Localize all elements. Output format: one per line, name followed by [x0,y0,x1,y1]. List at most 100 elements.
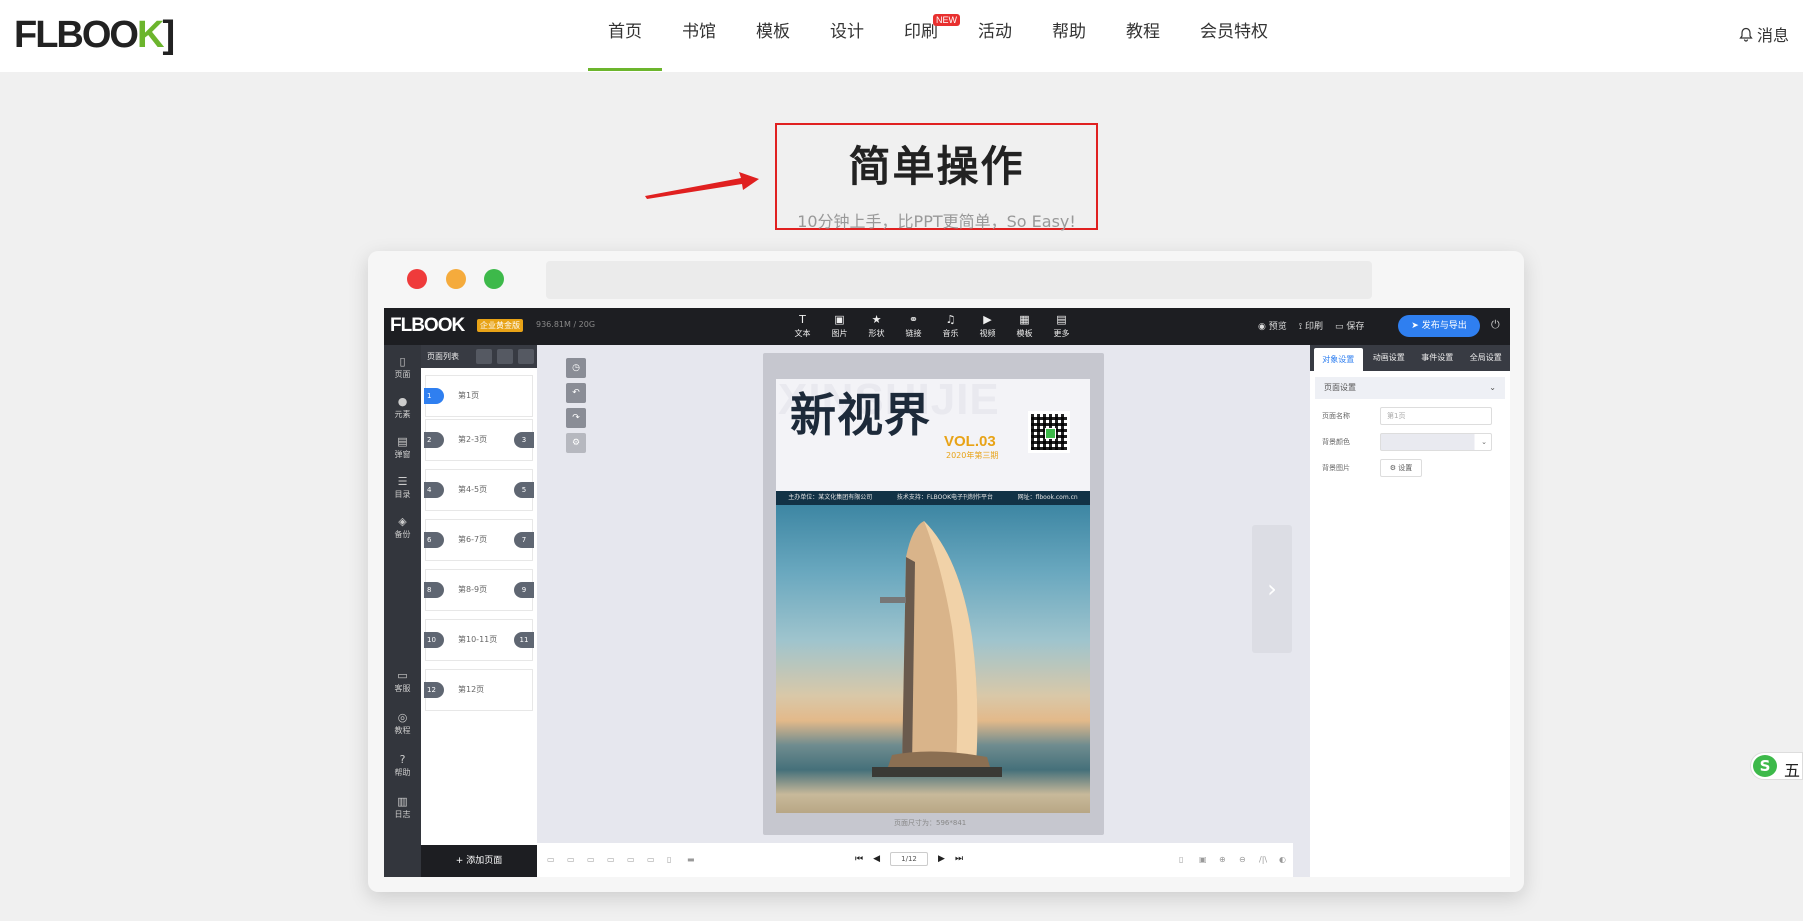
align-center-icon[interactable]: ▭ [567,855,575,864]
button-label: 设置 [1398,464,1413,472]
page-number-input[interactable]: 1/12 [890,852,929,866]
tool-link[interactable]: ⚭ 链接 [895,312,932,339]
page-thumb[interactable]: 4 第4-5页 5 [424,469,534,511]
tool-video[interactable]: ▶ 视频 [969,312,1006,339]
page-settings-section[interactable]: 页面设置 ⌄ [1315,377,1505,399]
next-page-icon[interactable]: ▶ [938,854,945,864]
page-number: 8 [424,582,444,598]
copy-page-icon[interactable] [476,349,492,364]
bg-color-picker[interactable]: ⌄ [1380,433,1492,451]
save-button[interactable]: ▭ 保存 [1335,319,1364,332]
align-right-icon[interactable]: ▭ [587,855,595,864]
cover-photo [776,505,1090,813]
page-number: 6 [424,532,444,548]
sidebar-item-tutorial[interactable]: ◎ 教程 [384,711,421,736]
sidebar-item-popups[interactable]: ▤ 弹窗 [384,435,421,460]
play-circle-icon: ◎ [397,711,408,724]
ruler-icon[interactable]: /|\ [1259,855,1267,864]
nav-item-help[interactable]: 帮助 [1032,0,1106,72]
tool-text[interactable]: T 文本 [784,312,821,339]
page-thumb[interactable]: 2 第2-3页 3 [424,419,534,461]
zoom-in-icon[interactable]: ⊕ [1219,855,1226,864]
align-left-icon[interactable]: ▭ [547,855,555,864]
print-button[interactable]: ⟟ 印刷 [1299,319,1323,332]
sidebar-item-log[interactable]: ▥ 日志 [384,795,421,820]
page-size-label: 页面尺寸为：596*841 [894,819,967,827]
properties-tabs: 对象设置 动画设置 事件设置 全局设置 [1310,345,1510,371]
editor-preview: FLBOOK 企业黄金版 936.81M / 20G T 文本 ▣ 图片 ★ 形状 ⚭… [384,308,1510,877]
page-number: 4 [424,482,444,498]
theme-icon[interactable]: ◐ [1279,855,1286,864]
magazine-cover[interactable]: XINSHIJIE 新视界 VOL.03 2020年第三期 主办单位：某文化集团… [776,379,1090,813]
sidebar-item-backup[interactable]: ◈ 备份 [384,515,421,540]
save-icon: ▭ [1335,322,1344,332]
preview-button[interactable]: ◉ 预览 [1258,319,1287,332]
distribute-v-icon[interactable]: ▬ [687,855,695,864]
nav-item-library[interactable]: 书馆 [662,0,736,72]
video-icon: ▶ [983,313,992,326]
power-icon[interactable]: ⏻ [1491,318,1500,332]
band-text: 网址：flbook.com.cn [1017,494,1078,501]
sidebar-item-elements[interactable]: ● 元素 [384,395,421,420]
gear-icon: ⚙ [1389,464,1397,472]
page-label: 第4-5页 [458,485,488,494]
add-page-button[interactable]: + 添加页面 [421,845,537,877]
sidebar-item-pages[interactable]: ▯ 页面 [384,355,421,380]
page-thumb[interactable]: 1 第1页 [424,375,533,417]
bg-color-row: 背景颜色 ⌄ [1310,431,1510,457]
tool-template[interactable]: ▦ 模板 [1006,312,1043,339]
music-icon: ♫ [945,313,956,326]
tool-more[interactable]: ▤ 更多 [1043,312,1080,339]
nav-item-home[interactable]: 首页 [588,0,662,72]
single-page-icon[interactable]: ▯ [1179,855,1183,864]
nav-item-tutorials[interactable]: 教程 [1106,0,1180,72]
nav-item-events[interactable]: 活动 [958,0,1032,72]
nav-item-print[interactable]: 印刷 NEW [884,0,960,72]
tab-global-settings[interactable]: 全局设置 [1462,345,1511,371]
first-page-icon[interactable]: ⏮ [855,854,863,864]
ime-toolbar[interactable]: S 五 [1750,752,1803,780]
cover-volume: VOL.03 [944,433,996,450]
tool-image[interactable]: ▣ 图片 [821,312,858,339]
page-thumb[interactable]: 8 第8-9页 9 [424,569,534,611]
double-page-icon[interactable]: ▣ [1199,855,1207,864]
align-bottom-icon[interactable]: ▭ [647,855,655,864]
redo-icon[interactable]: ↷ [566,408,586,428]
duplicate-page-icon[interactable] [497,349,513,364]
next-page-arrow[interactable]: › [1252,525,1292,653]
nav-item-design[interactable]: 设计 [810,0,884,72]
tab-event-settings[interactable]: 事件设置 [1413,345,1462,371]
nav-item-templates[interactable]: 模板 [736,0,810,72]
history-icon[interactable]: ◷ [566,358,586,378]
align-top-icon[interactable]: ▭ [607,855,615,864]
page-thumb[interactable]: 10 第10-11页 11 [424,619,534,661]
delete-page-icon[interactable] [518,349,534,364]
tool-shape[interactable]: ★ 形状 [858,312,895,339]
tab-object-settings[interactable]: 对象设置 [1314,348,1363,371]
sidebar-item-help[interactable]: ? 帮助 [384,753,421,778]
align-middle-icon[interactable]: ▭ [627,855,635,864]
page-thumb[interactable]: 6 第6-7页 7 [424,519,534,561]
sidebar-item-toc[interactable]: ☰ 目录 [384,475,421,500]
sidebar-item-support[interactable]: ▭ 客服 [384,669,421,694]
messages-link[interactable]: 消息 [1739,22,1789,46]
zoom-out-icon[interactable]: ⊖ [1239,855,1246,864]
tab-animation-settings[interactable]: 动画设置 [1365,345,1414,371]
settings-icon[interactable]: ⚙ [566,433,586,453]
prev-page-icon[interactable]: ◀ [873,854,880,864]
undo-icon[interactable]: ↶ [566,383,586,403]
publish-button[interactable]: ➤ 发布与导出 [1398,315,1480,337]
nav-item-membership[interactable]: 会员特权 [1180,0,1288,72]
editor-sidebar: ▯ 页面 ● 元素 ▤ 弹窗 ☰ 目录 ◈ 备份 ▭ 客服 ◎ 教程 ? 帮助 ▥ 日志 [384,345,421,877]
last-page-icon[interactable]: ⏭ [955,854,963,864]
bg-image-button[interactable]: ⚙ 设置 [1380,459,1422,477]
page-thumb[interactable]: 12 第12页 [424,669,533,711]
insert-tools: T 文本 ▣ 图片 ★ 形状 ⚭ 链接 ♫ 音乐 ▶ 视频 ▦ 模板 ▤ 更多 [784,312,1080,339]
tool-music[interactable]: ♫ 音乐 [932,312,969,339]
chat-icon: ▭ [397,669,408,682]
flbook-logo[interactable]: FLBOOK] [14,14,175,57]
page-name-input[interactable]: 第1页 [1380,407,1492,425]
distribute-icon[interactable]: ▯ [667,855,671,864]
sidebar-label: 日志 [394,810,411,819]
page-icon: ▯ [399,355,406,368]
